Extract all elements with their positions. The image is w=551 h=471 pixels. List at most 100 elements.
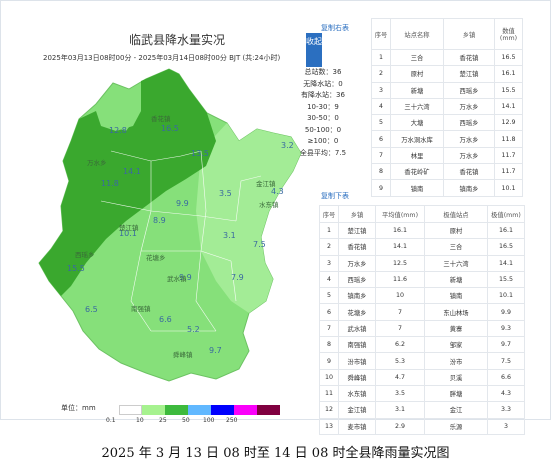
table-cell: 2: [319, 238, 339, 256]
stat-line: ≥100：0: [307, 137, 339, 145]
table-cell: 镇南: [390, 179, 444, 197]
col-header: 乡镇: [443, 18, 495, 50]
table-cell: 麦市镇: [338, 417, 376, 435]
table-cell: 7: [375, 319, 425, 338]
legend-swatch: [257, 405, 280, 415]
col-header: 平均值(mm): [375, 205, 425, 223]
table-cell: 9: [319, 352, 339, 370]
table-cell: 三合: [390, 48, 444, 67]
table-cell: 10: [319, 368, 339, 386]
table-cell: 5: [371, 114, 391, 132]
col-header: 站点名称: [390, 18, 444, 50]
map-value: 6.5: [85, 305, 98, 314]
table-row: 8 南强镇 6.2 邹家 9.7: [319, 336, 525, 354]
collapse-button[interactable]: 收起: [306, 33, 322, 67]
table-cell: 贝溪: [424, 368, 488, 386]
table-cell: 11.7: [494, 146, 523, 165]
table-cell: 万水乡: [443, 130, 495, 148]
table-cell: 2.9: [375, 417, 425, 435]
table-cell: 三十六湾: [390, 97, 444, 116]
table-cell: 7.5: [487, 352, 525, 370]
table-row: 5 大塘 西瑶乡 12.9: [371, 114, 523, 132]
map-value: 9.7: [209, 346, 222, 355]
stat-line: 50-100：0: [304, 125, 342, 134]
table-cell: 4.7: [375, 368, 425, 386]
table-cell: 6.2: [375, 336, 425, 354]
table-cell: 11: [319, 384, 339, 403]
town-table: 序号 乡镇 平均值(mm) 极值站点 极值(mm) 1 楚江镇 16.1 原村 16.1…: [319, 205, 525, 435]
table-cell: 4: [319, 270, 339, 289]
col-header: 极值(mm): [487, 205, 525, 223]
table-cell: 3: [487, 417, 525, 435]
table-cell: 新塘: [390, 81, 444, 99]
table-cell: 16.5: [487, 238, 525, 256]
copy-right-table-link[interactable]: 复制右表: [321, 23, 349, 33]
legend-swatch: [119, 405, 142, 415]
table-cell: 南强镇: [338, 336, 376, 354]
legend-swatch: [142, 405, 165, 415]
table-cell: 金江镇: [338, 401, 376, 419]
table-cell: 3.5: [375, 384, 425, 403]
map-value: 7.5: [253, 240, 266, 249]
table-cell: 花塘乡: [338, 303, 376, 321]
table-cell: 万水乡: [338, 254, 376, 272]
legend-swatch: [165, 405, 188, 415]
stat-line: 全县平均：7.5: [299, 148, 347, 157]
table-cell: 万水乡: [443, 146, 495, 165]
legend-label: 250: [226, 417, 238, 424]
copy-below-table-link[interactable]: 复制下表: [321, 191, 349, 201]
col-header: 数值 (mm): [494, 18, 523, 50]
col-header: 极值站点: [424, 205, 488, 223]
legend-unit: 单位：mm: [61, 404, 96, 412]
map-value: 3.1: [223, 231, 236, 240]
table-row: 1 三合 香花镇 16.5: [371, 48, 523, 67]
legend-swatch: [234, 405, 257, 415]
table-cell: 万水乡: [443, 97, 495, 116]
table-row: 9 镇南 镇南乡 10.1: [371, 179, 523, 197]
table-cell: 6: [319, 303, 339, 321]
table-cell: 香花岭矿: [390, 163, 444, 181]
table-row: 3 万水乡 12.5 三十六湾 14.1: [319, 254, 525, 272]
table-row: 7 林里 万水乡 11.7: [371, 146, 523, 165]
map-value: 3.5: [219, 189, 232, 198]
table-row: 6 万水洞水库 万水乡 11.8: [371, 130, 523, 148]
table-cell: 5.3: [375, 352, 425, 370]
table-header-row: 序号 站点名称 乡镇 数值 (mm): [371, 18, 523, 50]
table-cell: 14.1: [375, 238, 425, 256]
table-row: 11 水东镇 3.5 胖塘 4.3: [319, 384, 525, 403]
table-row: 5 镇南乡 10 镇南 10.1: [319, 287, 525, 305]
map-place: 南强镇: [131, 304, 151, 313]
table-cell: 3: [319, 254, 339, 272]
table-cell: 胖塘: [424, 384, 488, 403]
station-table: 序号 站点名称 乡镇 数值 (mm) 1 三合 香花镇 16.5 2 原村 楚江镇 16.1 3…: [371, 18, 523, 197]
legend-swatch: [188, 405, 211, 415]
table-cell: 舜峰镇: [338, 368, 376, 386]
table-cell: 6: [371, 130, 391, 148]
table-cell: 乐源: [424, 417, 488, 435]
table-cell: 6.6: [487, 368, 525, 386]
map-place: 舜峰镇: [173, 350, 193, 359]
table-row: 4 三十六湾 万水乡 14.1: [371, 97, 523, 116]
table-cell: 1: [371, 48, 391, 67]
table-row: 3 新塘 西瑶乡 15.5: [371, 81, 523, 99]
table-cell: 16.1: [494, 65, 523, 83]
table-cell: 14.1: [487, 254, 525, 272]
table-cell: 13: [319, 417, 339, 435]
map-place: 花塘乡: [146, 253, 166, 262]
stat-line: 30-50：0: [307, 114, 339, 122]
table-cell: 11.6: [375, 270, 425, 289]
table-cell: 16.5: [494, 48, 523, 67]
map-place: 万水乡: [87, 158, 107, 167]
legend-label: 50: [182, 417, 190, 424]
table-cell: 原村: [424, 221, 488, 240]
table-cell: 14.1: [494, 97, 523, 116]
table-row: 1 楚江镇 16.1 原村 16.1: [319, 221, 525, 240]
table-cell: 16.1: [487, 221, 525, 240]
table-row: 8 香花岭矿 香花镇 11.7: [371, 163, 523, 181]
col-header: 序号: [371, 18, 391, 50]
table-cell: 镇南: [424, 287, 488, 305]
map-value: 8.9: [153, 216, 166, 225]
table-cell: 9: [371, 179, 391, 197]
legend-colorbar: [119, 405, 280, 415]
table-cell: 4.3: [487, 384, 525, 403]
